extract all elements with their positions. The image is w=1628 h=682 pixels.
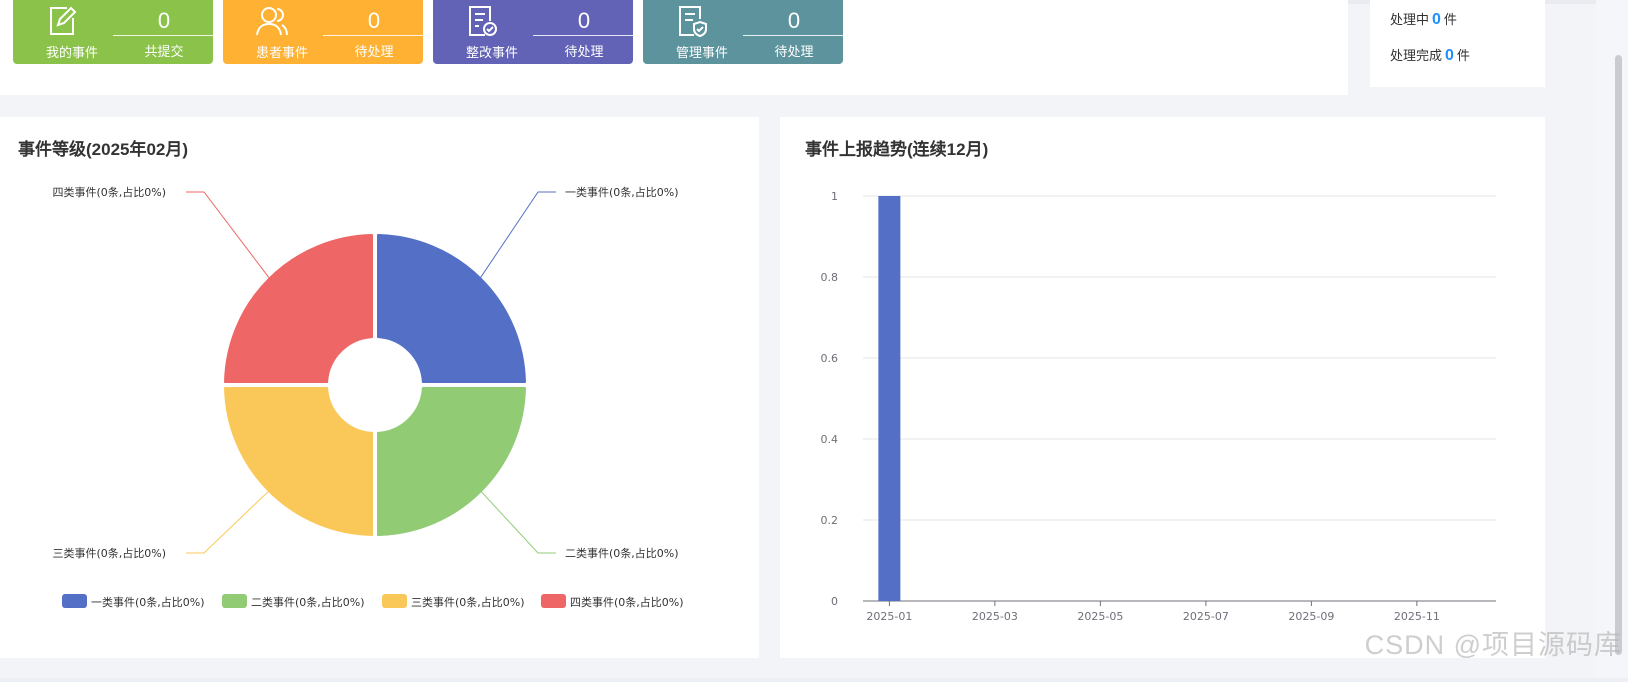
legend-label[interactable]: 三类事件(0条,占比0%) (411, 595, 525, 609)
event-level-panel: 事件等级(2025年02月) 一类事件(0条,占比0%) 二类事件(0条,占比0%… (0, 117, 759, 658)
watermark: CSDN @项目源码库 (1364, 630, 1622, 660)
completed-unit: 件 (1456, 48, 1470, 63)
processing-label: 处理中 (1390, 12, 1430, 27)
legend-label[interactable]: 一类事件(0条,占比0%) (91, 595, 205, 609)
legend-label[interactable]: 二类事件(0条,占比0%) (251, 595, 365, 609)
summary-panel: 我的事件 0 共提交 患者事件 0 待处理 整改事件 0 待处理 管理事件 0 待处理 (0, 0, 1348, 95)
card-label: 患者事件 (255, 45, 308, 60)
status-panel: 处理中 0 件 处理完成 0 件 (1370, 0, 1545, 87)
pie-label-line (476, 191, 556, 284)
completed-stat: 处理完成 0 件 (1390, 45, 1470, 65)
card-count[interactable]: 0 (113, 8, 215, 34)
right-gutter (1596, 0, 1628, 682)
processing-unit: 件 (1443, 12, 1457, 27)
card-count[interactable]: 0 (533, 8, 635, 34)
summary-card[interactable]: 管理事件 0 待处理 (643, 0, 843, 64)
bottom-edge (0, 678, 1628, 682)
x-tick-label: 2025-03 (972, 610, 1018, 623)
processing-stat: 处理中 0 件 (1390, 9, 1457, 29)
x-tick-label: 2025-11 (1394, 610, 1440, 623)
trend-panel: 事件上报趋势(连续12月) 0 0.2 0.4 0.6 0.8 1 2025-01 2025-… (780, 117, 1545, 658)
pie-chart: 一类事件(0条,占比0%) 二类事件(0条,占比0%) 三类事件(0条,占比0%) 四… (52, 185, 684, 609)
y-tick-label: 1 (831, 190, 838, 203)
doc-shield-icon (675, 4, 709, 38)
y-tick-label: 0.6 (821, 352, 839, 365)
pie-slice[interactable] (376, 234, 526, 384)
card-status: 待处理 (564, 44, 604, 59)
scrollbar[interactable] (1615, 55, 1622, 655)
pie-label-line (476, 486, 556, 554)
pie-slice[interactable] (224, 234, 374, 384)
card-status: 待处理 (354, 44, 394, 59)
pie-slice[interactable] (224, 386, 374, 536)
users-icon (255, 4, 289, 38)
x-tick-label: 2025-09 (1288, 610, 1334, 623)
x-tick-label: 2025-01 (866, 610, 912, 623)
edit-icon (45, 4, 79, 38)
pie-label-line (186, 191, 274, 284)
pie-label: 四类事件(0条,占比0%) (52, 185, 166, 199)
completed-label: 处理完成 (1390, 48, 1443, 63)
card-status: 共提交 (144, 44, 184, 59)
pie-label: 一类事件(0条,占比0%) (565, 185, 679, 199)
card-divider (323, 35, 423, 36)
legend-swatch[interactable] (222, 594, 247, 608)
doc-check-icon (465, 4, 499, 38)
y-tick-label: 0.4 (821, 433, 839, 446)
card-divider (113, 35, 213, 36)
card-divider (533, 35, 633, 36)
legend-swatch[interactable] (382, 594, 407, 608)
summary-card[interactable]: 患者事件 0 待处理 (223, 0, 423, 64)
card-status: 待处理 (774, 44, 814, 59)
processing-value[interactable]: 0 (1429, 11, 1444, 28)
pie-label: 三类事件(0条,占比0%) (52, 546, 166, 560)
summary-card[interactable]: 整改事件 0 待处理 (433, 0, 633, 64)
y-tick-label: 0.2 (821, 514, 839, 527)
card-divider (743, 35, 843, 36)
pie-label-line (186, 486, 274, 554)
pie-label: 二类事件(0条,占比0%) (565, 546, 679, 560)
x-tick-label: 2025-07 (1183, 610, 1229, 623)
y-tick-label: 0.8 (821, 271, 839, 284)
card-label: 管理事件 (675, 45, 728, 60)
card-label: 我的事件 (45, 45, 98, 60)
legend-swatch[interactable] (62, 594, 87, 608)
summary-card[interactable]: 我的事件 0 共提交 (13, 0, 213, 64)
pie-slice[interactable] (376, 386, 526, 536)
card-count[interactable]: 0 (743, 8, 845, 34)
legend-label[interactable]: 四类事件(0条,占比0%) (570, 595, 684, 609)
x-tick-label: 2025-05 (1077, 610, 1123, 623)
legend-swatch[interactable] (541, 594, 566, 608)
card-label: 整改事件 (465, 45, 518, 60)
y-tick-label: 0 (831, 595, 838, 608)
completed-value[interactable]: 0 (1442, 47, 1457, 64)
bar-chart: 0 0.2 0.4 0.6 0.8 1 2025-01 2025-03 2025-05 2025-… (821, 190, 1496, 623)
bar[interactable] (878, 196, 901, 601)
card-count[interactable]: 0 (323, 8, 425, 34)
